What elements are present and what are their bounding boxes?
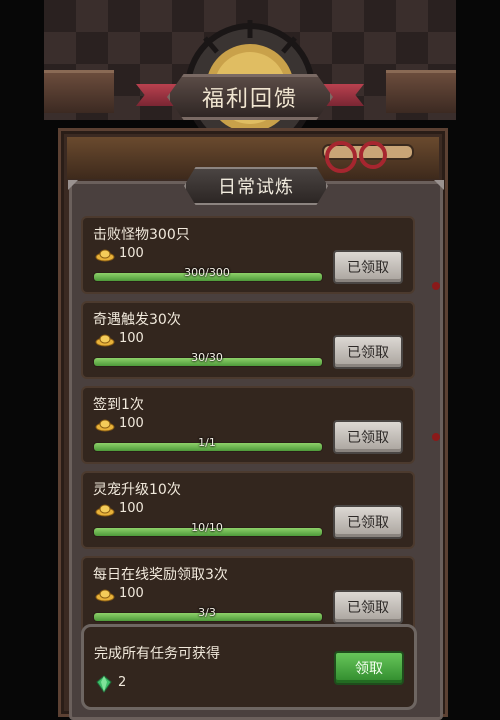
all-tasks-reward-text: 完成所有任务可获得 [94, 646, 220, 662]
tab-daily-trial[interactable]: 日常试炼 [184, 167, 328, 205]
title-plate: 福利回馈 [167, 74, 333, 120]
task-row: 奇遇触发30次 100 30/30 已领取 [81, 301, 415, 379]
progress-text: 1/1 [198, 436, 216, 449]
left-pillar [44, 70, 114, 113]
reward-amount: 100 [119, 586, 144, 601]
reward-amount: 100 [119, 246, 144, 261]
reward-amount: 100 [119, 331, 144, 346]
progress-text: 30/30 [191, 351, 223, 364]
task-row: 击败怪物300只 100 300/300 已领取 [81, 216, 415, 294]
gem-amount: 2 [118, 675, 127, 690]
claimed-button[interactable]: 已领取 [333, 505, 403, 539]
page-title: 福利回馈 [201, 87, 298, 112]
all-tasks-reward: 完成所有任务可获得 2 领取 [81, 624, 417, 710]
scroll-decoration-icon [322, 141, 414, 173]
green-gem-icon [96, 675, 112, 693]
main-frame: 日常试炼 击败怪物300只 100 300/300 已领取 奇遇触发30次 10… [58, 128, 448, 720]
task-row: 签到1次 100 1/1 已领取 [81, 386, 415, 464]
panel-corner [68, 180, 78, 190]
task-name: 奇遇触发30次 [93, 312, 181, 328]
panel-corner [434, 180, 444, 190]
task-list: 击败怪物300只 100 300/300 已领取 奇遇触发30次 100 30/… [81, 216, 429, 641]
task-name: 击败怪物300只 [93, 227, 190, 243]
task-name: 灵宠升级10次 [93, 482, 181, 498]
claim-button[interactable]: 领取 [334, 651, 404, 685]
task-row: 灵宠升级10次 100 10/10 已领取 [81, 471, 415, 549]
daily-trial-panel: 日常试炼 击败怪物300只 100 300/300 已领取 奇遇触发30次 10… [68, 167, 444, 720]
task-name: 签到1次 [93, 397, 144, 413]
task-name: 每日在线奖励领取3次 [93, 567, 228, 583]
game-screen: 福利回馈 日常试炼 击败怪物300只 100 300/300 已领取 奇遇触发3… [44, 0, 456, 720]
gold-ingot-icon [95, 504, 115, 517]
progress-text: 300/300 [184, 266, 230, 279]
reward-amount: 100 [119, 416, 144, 431]
gold-ingot-icon [95, 419, 115, 432]
red-dot-decoration [432, 433, 440, 441]
reward-amount: 100 [119, 501, 144, 516]
gold-ingot-icon [95, 334, 115, 347]
progress-text: 3/3 [198, 606, 216, 619]
tab-label: 日常试炼 [218, 177, 294, 198]
claimed-button[interactable]: 已领取 [333, 335, 403, 369]
red-dot-decoration [432, 282, 440, 290]
task-row: 每日在线奖励领取3次 100 3/3 已领取 [81, 556, 415, 634]
gold-ingot-icon [95, 249, 115, 262]
claimed-button[interactable]: 已领取 [333, 250, 403, 284]
gold-ingot-icon [95, 589, 115, 602]
progress-text: 10/10 [191, 521, 223, 534]
claimed-button[interactable]: 已领取 [333, 590, 403, 624]
right-pillar [386, 70, 456, 113]
claimed-button[interactable]: 已领取 [333, 420, 403, 454]
